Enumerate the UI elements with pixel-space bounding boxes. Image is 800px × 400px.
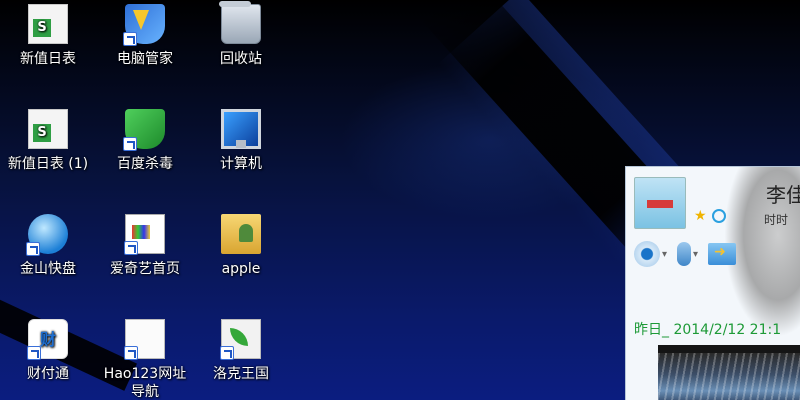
send-file-folder-icon — [708, 243, 737, 265]
baidu-antivirus-icon — [123, 109, 165, 151]
shortcut-arrow-icon — [26, 242, 40, 256]
spreadsheet-icon — [28, 4, 68, 44]
shortcut-arrow-icon — [124, 346, 138, 360]
desktop-icon-label: 爱奇艺首页 — [110, 261, 180, 277]
iqiyi-page-icon — [124, 214, 165, 255]
desktop-icon-hao123[interactable]: Hao123网址导航 — [97, 319, 193, 400]
send-file-button[interactable] — [708, 243, 737, 265]
pc-manager-shield-icon — [123, 4, 165, 46]
desktop-icon-pc-manager[interactable]: 电脑管家 — [97, 4, 193, 68]
desktop-icon-recycle-bin[interactable]: 回收站 — [193, 1, 289, 68]
message-image[interactable] — [658, 345, 800, 400]
desktop-icon-roco-kingdom[interactable]: 洛克王国 — [193, 319, 289, 383]
wallpaper-glow — [340, 60, 640, 220]
desktop-icon-label: 电脑管家 — [117, 51, 173, 67]
hao123-page-icon — [124, 319, 165, 360]
shortcut-arrow-icon — [124, 241, 138, 255]
microphone-icon — [677, 242, 692, 266]
message-timestamp: 昨日_ 2014/2/12 21:1 — [634, 322, 782, 338]
user-folder-icon — [221, 214, 261, 254]
desktop-icon-tenpay[interactable]: 财 财付通 — [0, 319, 96, 383]
shortcut-arrow-icon — [220, 346, 234, 360]
desktop-icon-schedule-copy[interactable]: 新值日表 (1) — [0, 109, 96, 173]
video-call-button[interactable]: ▾ — [634, 241, 667, 267]
tenpay-icon: 财 — [27, 319, 68, 360]
contact-status-text: 时时 — [764, 213, 789, 227]
star-icon[interactable]: ★ — [694, 209, 708, 223]
voice-call-button[interactable]: ▾ — [677, 242, 698, 266]
desktop-icon-label: 洛克王国 — [213, 366, 269, 382]
desktop-icon-iqiyi[interactable]: 爱奇艺首页 — [97, 214, 193, 278]
desktop-icon-computer[interactable]: 计算机 — [193, 109, 289, 173]
desktop-icon-user-folder[interactable]: apple — [193, 214, 289, 278]
desktop-icon-label: 计算机 — [220, 156, 262, 172]
roco-kingdom-icon — [220, 319, 261, 360]
desktop-icon-label: Hao123网址导航 — [103, 366, 187, 400]
computer-icon — [221, 109, 261, 149]
desktop-icon-label: 新值日表 (1) — [7, 156, 89, 172]
shortcut-arrow-icon — [27, 346, 41, 360]
shortcut-arrow-icon — [123, 137, 137, 151]
desktop-icon-label: apple — [221, 261, 261, 277]
contact-avatar[interactable] — [634, 177, 686, 229]
chat-window[interactable]: 李佳 ★ 时时 ▾ ▾ 昨日_ 2014/2/12 21:1 — [625, 166, 800, 400]
desktop-icon-label: 百度杀毒 — [117, 156, 173, 172]
desktop-icon-kuaipan[interactable]: 金山快盘 — [0, 214, 96, 278]
shortcut-arrow-icon — [123, 32, 137, 46]
desktop-icon-label: 财付通 — [27, 366, 69, 382]
desktop-icon-schedule[interactable]: 新值日表 — [0, 4, 96, 68]
video-camera-icon — [634, 241, 660, 267]
kuaipan-icon — [26, 214, 68, 256]
chevron-down-icon[interactable]: ▾ — [662, 249, 667, 260]
qq-space-icon[interactable] — [712, 209, 726, 223]
spreadsheet-icon — [28, 109, 68, 149]
desktop-icon-label: 回收站 — [220, 51, 262, 67]
chat-toolbar: ▾ ▾ — [634, 241, 737, 267]
chevron-down-icon[interactable]: ▾ — [693, 249, 698, 260]
recycle-bin-icon — [219, 1, 261, 44]
contact-name: 李佳 — [766, 183, 800, 207]
contact-status-icons: ★ — [694, 209, 726, 223]
desktop-icon-label: 新值日表 — [20, 51, 76, 67]
desktop-icon-baidu-antivirus[interactable]: 百度杀毒 — [97, 109, 193, 173]
desktop-icon-label: 金山快盘 — [20, 261, 76, 277]
